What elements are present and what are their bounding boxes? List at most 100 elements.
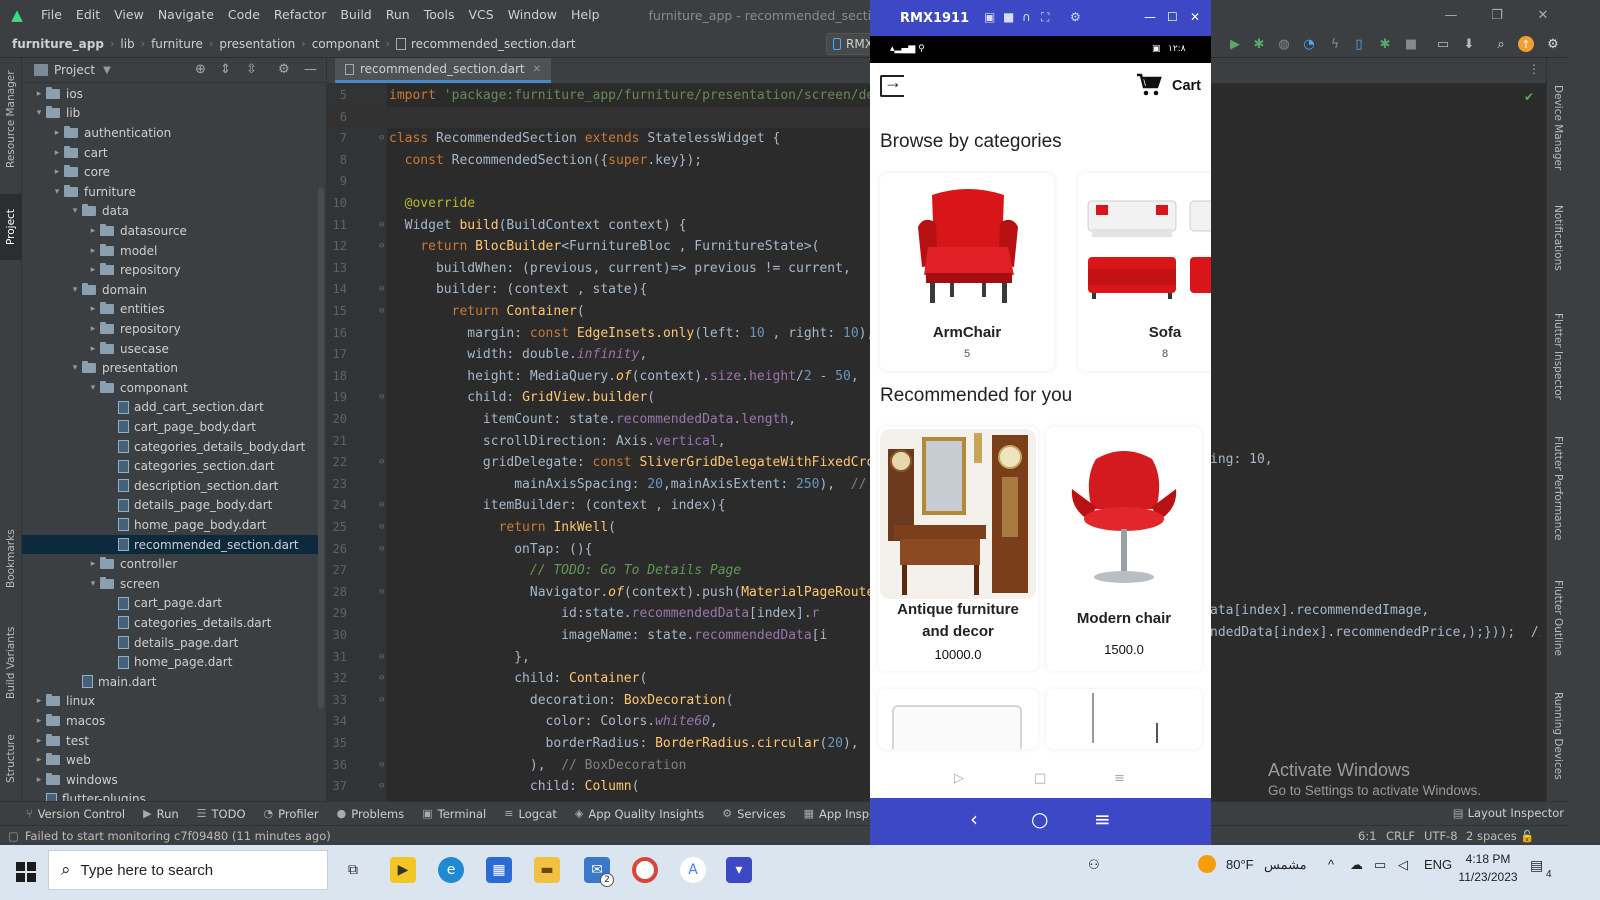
emulator-settings-icon[interactable]: ⚙ [1070, 10, 1081, 24]
flutter-performance-tab[interactable]: Flutter Performance [1547, 428, 1569, 548]
code-line[interactable]: 8 const RecommendedSection({super.key}); [327, 150, 871, 172]
caret-position[interactable]: 6:1 [1358, 829, 1377, 843]
recommended-card-modern-chair[interactable]: Modern chair 1500.0 [1046, 427, 1202, 671]
chevron-down-icon[interactable]: ▾ [86, 579, 100, 589]
flutter-outline-tab[interactable]: Flutter Outline [1547, 568, 1569, 668]
breadcrumb-file[interactable]: recommended_section.dart [411, 37, 576, 51]
category-card-sofa[interactable]: Sofa 8 [1078, 173, 1211, 371]
task-view-icon[interactable]: ⧉ [340, 857, 366, 883]
fold-icon[interactable]: ⊖ [379, 452, 384, 474]
chevron-right-icon[interactable]: ▸ [86, 226, 100, 236]
fold-icon[interactable]: ⊖ [379, 387, 384, 409]
services-tab[interactable]: ⚙ Services [722, 807, 785, 821]
chevron-right-icon[interactable]: ▸ [32, 736, 46, 746]
taskbar-clock[interactable]: 4:18 PM 11/23/2023 [1456, 850, 1520, 886]
code-line[interactable]: 27 // TODO: Go To Details Page [327, 560, 871, 582]
fullscreen-icon[interactable]: ⛶ [1041, 10, 1049, 25]
headset-icon[interactable]: ∩ [1022, 10, 1031, 24]
coverage-icon[interactable]: ◍ [1275, 35, 1293, 53]
code-line[interactable]: 18 height: MediaQuery.of(context).size.h… [327, 366, 871, 388]
menu-tools[interactable]: Tools [417, 0, 462, 30]
chevron-right-icon[interactable]: ▸ [32, 696, 46, 706]
edge-icon[interactable]: e [438, 857, 464, 883]
menu-view[interactable]: View [107, 0, 151, 30]
camera-icon[interactable]: ▣ [984, 10, 995, 24]
breadcrumb-componant[interactable]: componant [312, 37, 380, 51]
profiler-tab[interactable]: ◔ Profiler [264, 807, 319, 821]
code-line[interactable]: 31 ⊖ }, [327, 647, 871, 669]
tree-folder[interactable]: ▸ usecase [22, 339, 322, 359]
code-line[interactable]: 21 scrollDirection: Axis.vertical, [327, 431, 871, 453]
chevron-down-icon[interactable]: ▼ [103, 65, 111, 76]
menu-navigate[interactable]: Navigate [151, 0, 221, 30]
weather-temp[interactable]: 80°F [1226, 857, 1254, 872]
tree-folder[interactable]: ▾ data [22, 202, 322, 222]
windows-start-icon[interactable] [16, 862, 36, 882]
tree-folder[interactable]: ▾ domain [22, 280, 322, 300]
menu-code[interactable]: Code [221, 0, 267, 30]
chevron-right-icon[interactable]: ▸ [86, 246, 100, 256]
tree-folder[interactable]: ▸ web [22, 750, 322, 770]
fold-icon[interactable]: ⊖ [379, 236, 384, 258]
settings-icon[interactable]: ⚙ [1544, 35, 1562, 53]
logcat-tab[interactable]: ≡ Logcat [504, 807, 557, 821]
category-card-armchair[interactable]: ArmChair 5 [880, 173, 1054, 371]
chevron-right-icon[interactable]: ▸ [86, 304, 100, 314]
layout-inspector-tab[interactable]: ▤ Layout Inspector [1453, 806, 1564, 820]
chevron-down-icon[interactable]: ▾ [68, 206, 82, 216]
home-icon[interactable]: ○ [1031, 807, 1048, 831]
indent-setting[interactable]: 2 spaces [1466, 829, 1517, 843]
language-indicator[interactable]: ENG [1424, 857, 1452, 872]
code-area-right[interactable]: ✔ ing: 10, ata[index].recommendedImage, nd… [1210, 84, 1540, 815]
menu-help[interactable]: Help [564, 0, 607, 30]
code-line[interactable]: 25 ⊖ return InkWell( [327, 517, 871, 539]
tree-file[interactable]: cart_page.dart [22, 594, 322, 614]
profile-icon[interactable]: ◔ [1300, 35, 1318, 53]
code-line[interactable]: 14 ⊖ builder: (context , state){ [327, 279, 871, 301]
chevron-right-icon[interactable]: ▸ [32, 89, 46, 99]
fold-icon[interactable]: ⊖ [379, 128, 384, 150]
tree-folder[interactable]: ▾ componant [22, 378, 322, 398]
tree-file[interactable]: description_section.dart [22, 476, 322, 496]
version-control-tab[interactable]: ⑂ Version Control [26, 807, 125, 821]
menu-build[interactable]: Build [333, 0, 378, 30]
tree-folder[interactable]: ▸ linux [22, 692, 322, 712]
code-line[interactable]: 11 ⊖ Widget build(BuildContext context) { [327, 215, 871, 237]
fold-icon[interactable]: ⊖ [379, 776, 384, 798]
search-everywhere-icon[interactable]: ⌕ [1492, 35, 1510, 53]
menu-edit[interactable]: Edit [69, 0, 107, 30]
sdk-manager-icon[interactable]: ⬇ [1460, 35, 1478, 53]
tree-folder[interactable]: ▸ test [22, 731, 322, 751]
close-icon[interactable]: ✕ [1520, 0, 1566, 30]
tree-file[interactable]: categories_section.dart [22, 456, 322, 476]
resource-manager-tab[interactable]: Resource Manager [0, 64, 22, 174]
tree-file[interactable]: cart_page_body.dart [22, 417, 322, 437]
code-line[interactable]: 15 ⊖ return Container( [327, 301, 871, 323]
notifications-tab[interactable]: Notifications [1547, 198, 1569, 278]
code-line[interactable]: 30 imageName: state.recommendedData[i [327, 625, 871, 647]
recommended-card-partial[interactable] [1046, 689, 1202, 749]
code-line[interactable]: 19 ⊖ child: GridView.builder( [327, 387, 871, 409]
tree-file[interactable]: home_page_body.dart [22, 515, 322, 535]
tree-folder[interactable]: ▸ core [22, 162, 322, 182]
tree-file[interactable]: details_page_body.dart [22, 496, 322, 516]
tree-folder[interactable]: ▸ authentication [22, 123, 322, 143]
line-separator[interactable]: CRLF [1386, 829, 1415, 843]
tree-file[interactable]: details_page.dart [22, 633, 322, 653]
close-tab-icon[interactable]: ✕ [533, 64, 541, 75]
chevron-right-icon[interactable]: ▸ [86, 324, 100, 334]
code-line[interactable]: 26 ⊖ onTap: (){ [327, 539, 871, 561]
code-line[interactable]: 12 ⊖ return BlocBuilder<FurnitureBloc , F… [327, 236, 871, 258]
expand-all-icon[interactable]: ⇕ [220, 62, 231, 77]
device-manager-tab[interactable]: Device Manager [1547, 78, 1569, 178]
hide-panel-icon[interactable]: — [304, 62, 317, 77]
chevron-right-icon[interactable]: ▸ [50, 128, 64, 138]
chevron-right-icon[interactable]: ▸ [50, 167, 64, 177]
emulator-close-icon[interactable]: ✕ [1190, 10, 1200, 24]
code-line[interactable]: 17 width: double.infinity, [327, 344, 871, 366]
collapse-all-icon[interactable]: ⇳ [246, 62, 257, 77]
code-line[interactable]: 20 itemCount: state.recommendedData.leng… [327, 409, 871, 431]
tree-folder[interactable]: ▸ windows [22, 770, 322, 790]
status-message[interactable]: Failed to start monitoring c7f09480 (11 … [25, 829, 331, 843]
minimize-icon[interactable]: — [1428, 0, 1474, 30]
